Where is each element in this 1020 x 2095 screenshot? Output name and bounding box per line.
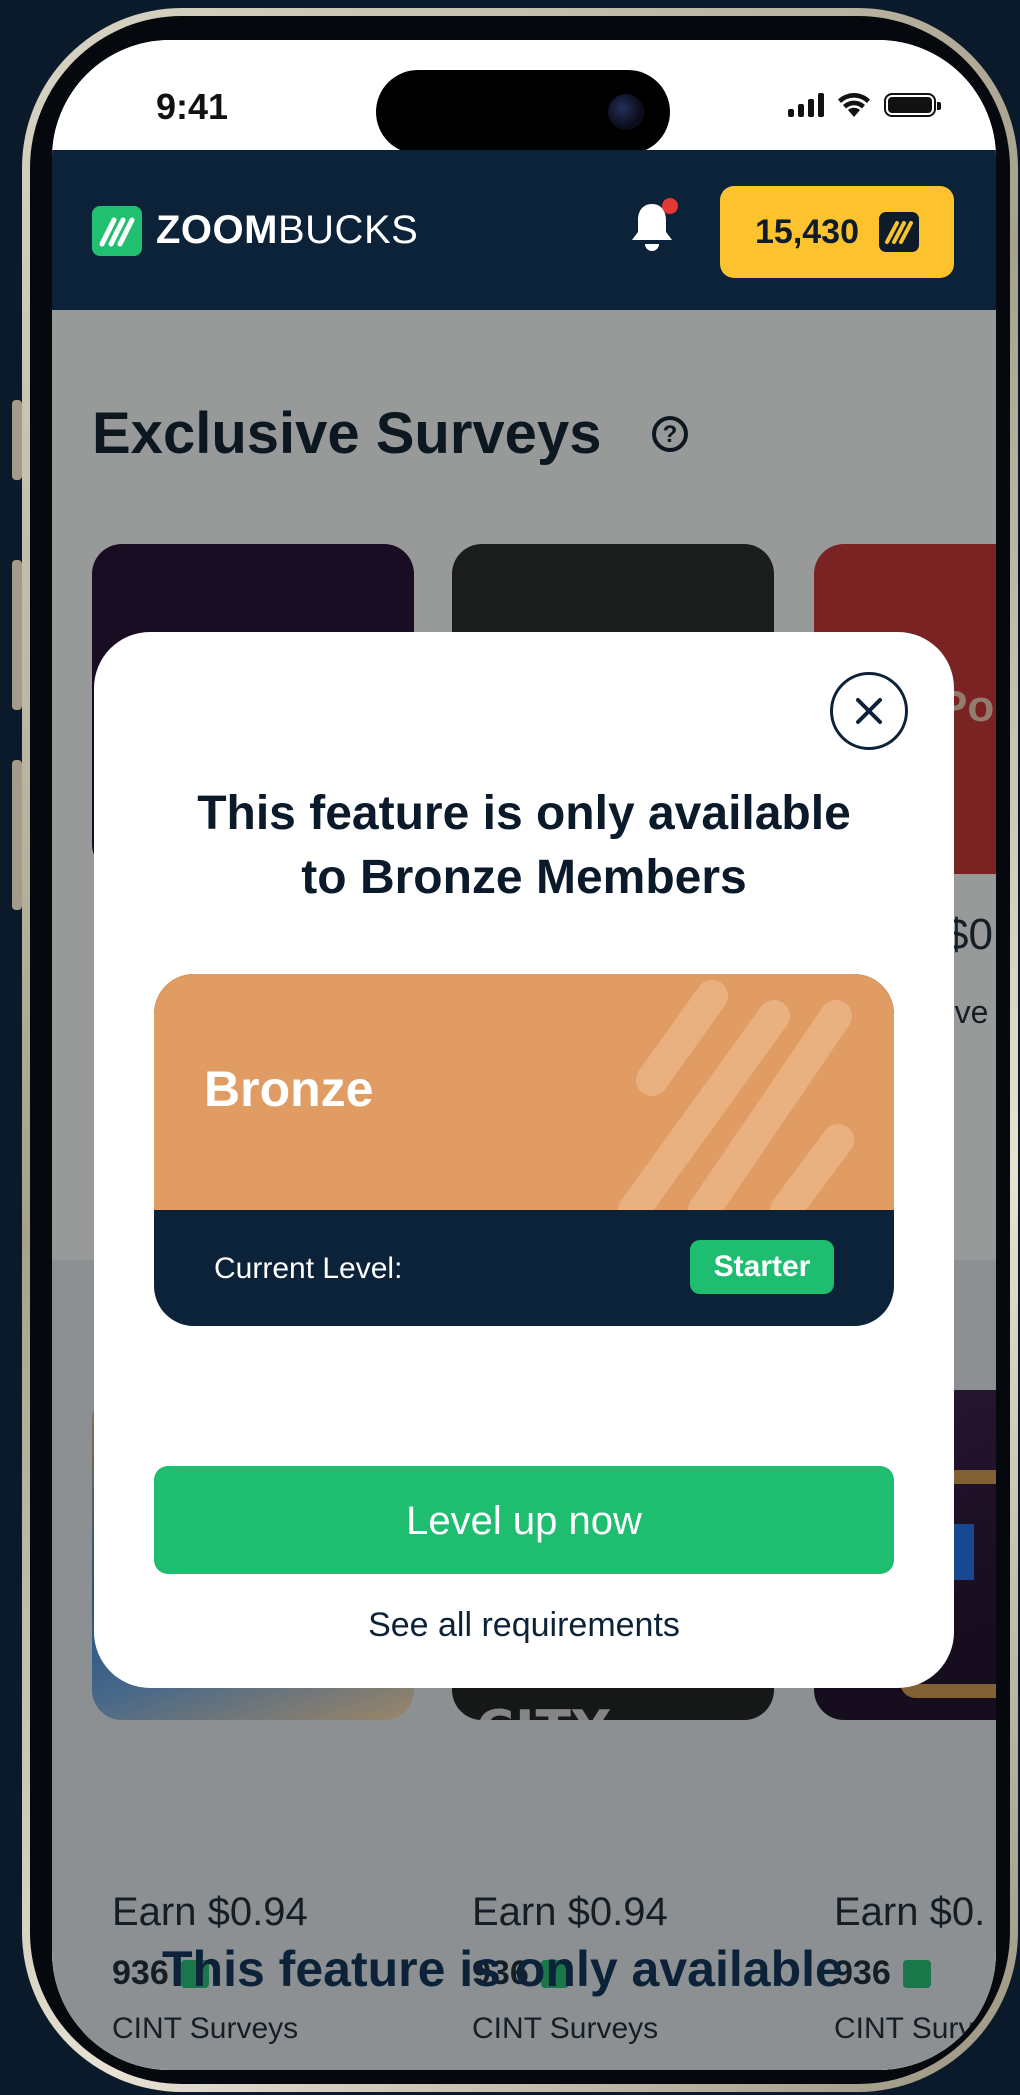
logo-mark-icon[interactable] xyxy=(92,206,142,256)
tier-card: Bronze Current Level: Starter xyxy=(154,974,894,1326)
modal-title: This feature is only available to Bronze… xyxy=(124,782,924,910)
see-all-requirements-link[interactable]: See all requirements xyxy=(154,1606,894,1645)
tier-name: Bronze xyxy=(204,1061,374,1117)
balance-pill[interactable]: 15,430 xyxy=(720,186,954,278)
modal-title-line: to Bronze Members xyxy=(301,851,747,904)
side-button-silent xyxy=(12,400,22,480)
cellular-signal-icon xyxy=(788,93,824,117)
logo-text-light: BUCKS xyxy=(277,208,419,252)
balance-value: 15,430 xyxy=(755,212,859,251)
side-button-volume-up xyxy=(12,560,22,710)
app-header: ZOOMBUCKS 15,430 xyxy=(52,150,996,310)
wifi-icon xyxy=(838,93,870,117)
battery-icon xyxy=(884,93,941,117)
notification-dot xyxy=(662,198,678,214)
upgrade-modal: This feature is only available to Bronze… xyxy=(94,632,954,1688)
close-icon xyxy=(856,698,882,724)
current-level-badge: Starter xyxy=(690,1240,834,1294)
logo-wordmark[interactable]: ZOOMBUCKS xyxy=(156,208,418,253)
stripes-decoration-icon xyxy=(618,980,854,1210)
camera-icon xyxy=(608,94,644,130)
level-up-button[interactable]: Level up now xyxy=(154,1466,894,1574)
close-button[interactable] xyxy=(830,672,908,750)
modal-title-line: This feature is only available xyxy=(197,787,851,840)
status-bar: 9:41 xyxy=(52,40,996,154)
status-time: 9:41 xyxy=(156,86,229,127)
status-icons xyxy=(788,90,941,120)
current-level-label: Current Level: xyxy=(214,1252,403,1285)
ghost-title-text: This feature is only available xyxy=(162,1941,843,1997)
side-button-volume-down xyxy=(12,760,22,910)
dynamic-island xyxy=(376,70,670,154)
tier-card-banner: Bronze xyxy=(154,974,894,1210)
phone-screen: 9:41 ZOOMBUCKS 15,430 Exclusive Surveys … xyxy=(52,40,996,2070)
logo-text-bold: ZOOM xyxy=(156,208,278,252)
zoombucks-coin-icon xyxy=(879,212,919,252)
